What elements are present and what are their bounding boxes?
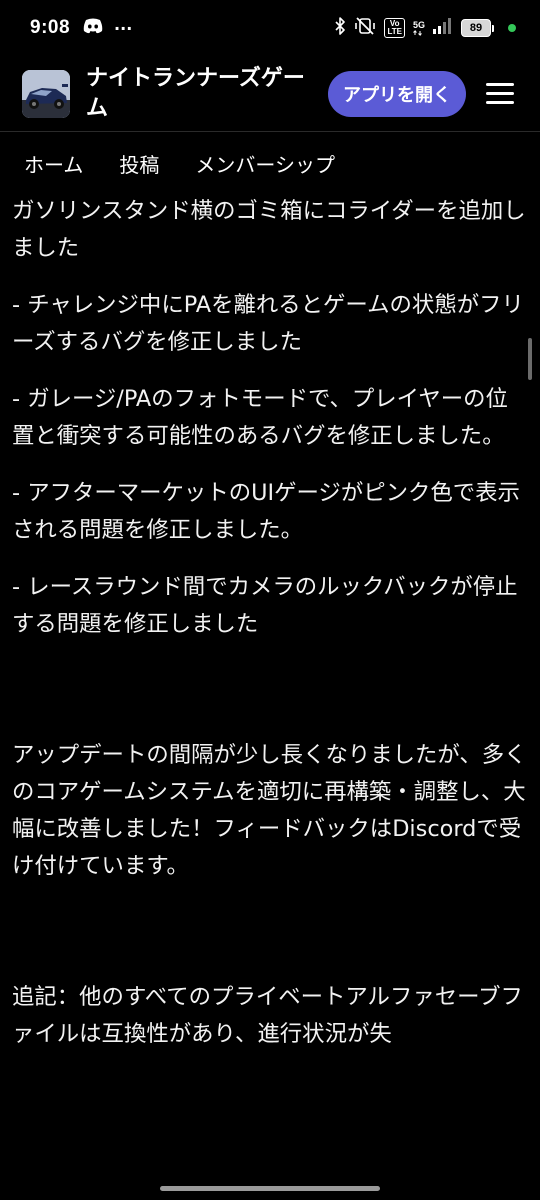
vibrate-muted-icon: [354, 17, 376, 39]
status-bar: 9:08 ··· Vo LTE 5G 89: [0, 0, 540, 56]
battery-icon: 89: [461, 19, 494, 37]
post-paragraph: - レースラウンド間でカメラのルックバックが停止する問題を修正しました: [12, 574, 518, 637]
volte-icon: Vo LTE: [384, 18, 405, 38]
menu-icon[interactable]: [486, 83, 514, 104]
post-paragraph: - チャレンジ中にPAを離れるとゲームの状態がフリーズするバグを修正しました: [12, 292, 524, 355]
status-time: 9:08: [30, 17, 71, 38]
data-arrows-icon: [413, 30, 422, 36]
discord-icon: [82, 18, 104, 38]
app-header: ナイトランナーズゲーム アプリを開く: [0, 56, 540, 132]
tab-membership[interactable]: メンバーシップ: [195, 149, 335, 178]
gesture-navigation-bar[interactable]: [160, 1186, 380, 1191]
tab-posts[interactable]: 投稿: [119, 149, 159, 178]
app-logo-icon: [22, 69, 70, 118]
system-icons: Vo LTE 5G 89: [334, 17, 516, 39]
app-title: ナイトランナーズゲーム: [86, 65, 305, 121]
post-paragraph: - ガレージ/PAのフォトモードで、プレイヤーの位置と衝突する可能性のあるバグを…: [12, 386, 508, 449]
signal-strength-icon: [433, 18, 453, 38]
scrollbar-thumb[interactable]: [528, 338, 532, 380]
battery-level: 89: [461, 19, 491, 37]
post-paragraph: ガソリンスタンド横のゴミ箱にコライダーを追加しました: [12, 198, 526, 261]
post-paragraph: - アフターマーケットのUIゲージがピンク色で表示される問題を修正しました。: [12, 480, 520, 543]
tab-bar: ホーム 投稿 メンバーシップ: [0, 133, 540, 193]
volte-label-bottom: LTE: [387, 27, 402, 36]
network-type: 5G: [412, 20, 425, 30]
notification-icons: ···: [82, 18, 132, 38]
network-5g-indicator: 5G: [413, 20, 425, 36]
privacy-indicator-dot: [508, 24, 516, 32]
open-app-button[interactable]: アプリを開く: [328, 70, 466, 117]
tab-home[interactable]: ホーム: [24, 149, 83, 178]
bluetooth-icon: [334, 17, 346, 39]
more-notifications-icon: ···: [114, 18, 133, 38]
post-content: ガソリンスタンド横のゴミ箱にコライダーを追加しました - チャレンジ中にPAを離…: [0, 193, 540, 1200]
post-paragraph: アップデートの間隔が少し長くなりましたが、多くのコアゲームシステムを適切に再構築…: [12, 742, 527, 879]
post-paragraph: 追記：他のすべてのプライベートアルファセーブファイルは互換性があり、進行状況が失: [12, 984, 523, 1047]
